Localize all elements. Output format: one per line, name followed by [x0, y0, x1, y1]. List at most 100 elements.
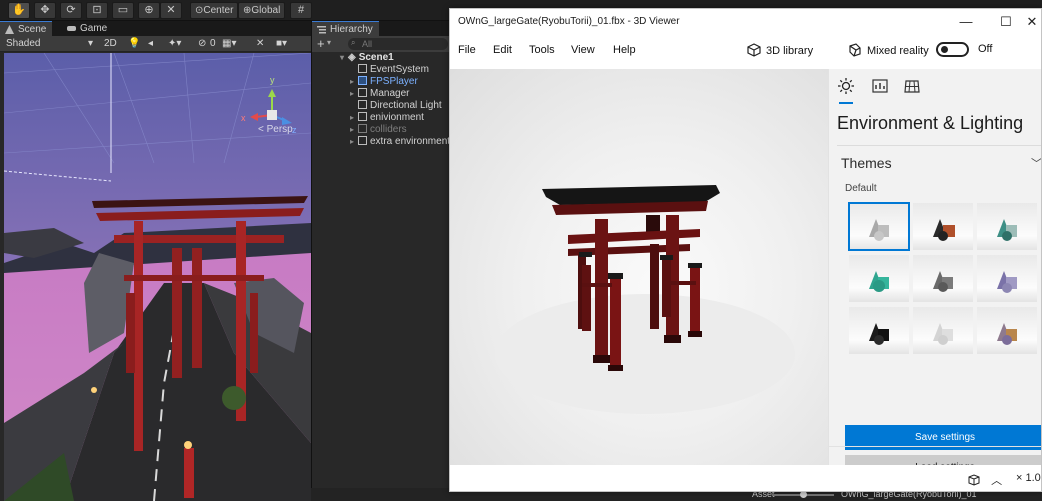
- effects-toggle-icon[interactable]: ✦▾: [168, 37, 181, 50]
- hierarchy-item-environment[interactable]: ▸ enivionment: [350, 112, 424, 124]
- environment-panel: Environment & Lighting Themes ﹀ Default: [828, 69, 1041, 480]
- add-object-button[interactable]: +: [317, 36, 325, 51]
- draw-mode-dropdown[interactable]: Shaded: [6, 37, 40, 50]
- hierarchy-item-colliders[interactable]: ▸ colliders: [350, 124, 407, 136]
- hierarchy-scene-row[interactable]: ▾ ◈ Scene1: [340, 52, 394, 64]
- minimize-button[interactable]: —: [955, 12, 977, 32]
- chevron-up-icon[interactable]: ︿: [991, 475, 1002, 487]
- audio-toggle-icon[interactable]: ◂: [148, 37, 153, 50]
- transform-tool-icon[interactable]: ⊕: [138, 2, 160, 19]
- rotate-tool-icon[interactable]: ⟳: [60, 2, 82, 19]
- gameobject-icon: [358, 124, 367, 133]
- theme-swatch[interactable]: [913, 203, 973, 250]
- menu-help[interactable]: Help: [613, 44, 636, 56]
- pivot-center-button[interactable]: ⊙Center: [190, 2, 239, 19]
- viewer-titlebar[interactable]: OWnG_largeGate(RyobuTorii)_01.fbx - 3D V…: [450, 9, 1041, 35]
- close-button[interactable]: ✕: [1021, 12, 1041, 32]
- hierarchy-item-eventsystem[interactable]: EventSystem: [358, 64, 429, 76]
- panel-divider: [837, 145, 1041, 146]
- space-label: Global: [251, 5, 281, 16]
- menu-file[interactable]: File: [458, 44, 476, 56]
- theme-swatch[interactable]: [977, 203, 1037, 250]
- theme-preview: [933, 271, 953, 292]
- theme-preview: [869, 323, 889, 345]
- menu-edit[interactable]: Edit: [493, 44, 512, 56]
- tab-stats[interactable]: [871, 77, 893, 99]
- view-cube-icon: [968, 474, 980, 486]
- asset-size-slider[interactable]: [772, 491, 834, 498]
- 2d-toggle[interactable]: 2D: [104, 37, 117, 50]
- add-chevron-icon: ▾: [327, 38, 332, 47]
- theme-preview: [997, 219, 1017, 241]
- hierarchy-item-manager[interactable]: ▸ Manager: [350, 88, 409, 100]
- menu-tools[interactable]: Tools: [529, 44, 555, 56]
- unity-scene-icon: ◈: [348, 52, 356, 63]
- gameobject-icon: [358, 64, 367, 73]
- scene-tabstrip: Scene Game: [0, 21, 311, 36]
- theme-swatch[interactable]: [977, 307, 1037, 354]
- theme-swatch[interactable]: [849, 255, 909, 302]
- tab-hierarchy[interactable]: Hierarchy: [312, 21, 379, 36]
- theme-swatch[interactable]: [848, 202, 910, 251]
- collapse-arrow-icon: ▸: [350, 125, 355, 134]
- camera-icon[interactable]: ■▾: [276, 37, 287, 50]
- gameobject-icon: [358, 88, 367, 97]
- theme-swatch[interactable]: [913, 255, 973, 302]
- window-title: OWnG_largeGate(RyobuTorii)_01.fbx - 3D V…: [458, 16, 680, 27]
- tools-icon[interactable]: ✕: [256, 37, 264, 50]
- hierarchy-item-directional-light[interactable]: Directional Light: [358, 100, 442, 112]
- mixed-reality-icon: [849, 43, 861, 57]
- 3d-library-button[interactable]: 3D library: [747, 43, 813, 57]
- panel-bottom-divider: [828, 446, 1041, 447]
- grid-snap-icon[interactable]: #: [290, 2, 312, 19]
- gameobject-icon: [358, 112, 367, 121]
- mixed-reality-button[interactable]: Mixed reality: [848, 43, 929, 57]
- maximize-button[interactable]: ☐: [995, 12, 1017, 32]
- persp-label[interactable]: < Persp: [258, 124, 293, 135]
- hierarchy-search-input[interactable]: All: [348, 38, 448, 50]
- collapse-arrow-icon: ▸: [350, 137, 355, 146]
- custom-tool-icon[interactable]: ✕: [160, 2, 182, 19]
- tab-lighting[interactable]: [837, 77, 859, 104]
- collapse-arrow-icon: ▸: [350, 77, 355, 86]
- theme-swatch[interactable]: [849, 307, 909, 354]
- theme-preview: [997, 271, 1017, 293]
- hidden-objects-icon[interactable]: ⊘: [198, 37, 206, 50]
- model-canvas[interactable]: [450, 69, 828, 465]
- menu-view[interactable]: View: [571, 44, 595, 56]
- torii-model: [495, 185, 795, 414]
- viewer-menubar: File Edit Tools View Help 3D library Mix…: [450, 39, 1041, 65]
- hand-tool-icon[interactable]: ✋: [8, 2, 30, 19]
- zoom-control[interactable]: ︿: [966, 472, 1002, 488]
- hierarchy-toolbar: + ▾ All ⌕: [312, 36, 450, 52]
- draw-mode-chevron-icon: ▾: [88, 38, 94, 49]
- scene-viewport[interactable]: y x z < Persp: [4, 53, 311, 501]
- rect-tool-icon[interactable]: ▭: [112, 2, 134, 19]
- theme-swatches: [848, 202, 1041, 355]
- move-tool-icon[interactable]: ✥: [34, 2, 56, 19]
- scene-controls: Shaded ▾ 2D 💡 ◂ ✦▾ ⊘ 0 ▦▾ ✕ ■▾: [0, 36, 311, 52]
- theme-swatch[interactable]: [913, 307, 973, 354]
- chevron-down-icon[interactable]: ﹀: [1031, 155, 1041, 171]
- theme-preview: [869, 219, 889, 241]
- hierarchy-item-fpsplayer[interactable]: ▸ FPSPlayer: [350, 76, 418, 88]
- panel-heading: Environment & Lighting: [837, 113, 1024, 133]
- tab-game[interactable]: Game: [62, 21, 113, 36]
- tab-grid[interactable]: [903, 77, 925, 99]
- default-label: Default: [845, 183, 877, 194]
- grid-toggle-icon[interactable]: ▦▾: [222, 37, 236, 50]
- grid-icon: [904, 80, 920, 93]
- space-global-button[interactable]: ⊕Global: [238, 2, 286, 19]
- zoom-level: × 1.0: [1016, 472, 1041, 484]
- theme-swatch[interactable]: [977, 255, 1037, 302]
- tab-scene[interactable]: Scene: [0, 21, 53, 36]
- scene-tab-icon: [5, 25, 14, 34]
- sun-icon: [838, 78, 854, 94]
- hierarchy-item-extra-environment[interactable]: ▸ extra environment: [350, 136, 450, 148]
- themes-header[interactable]: Themes: [841, 155, 892, 171]
- theme-preview: [933, 219, 955, 241]
- lighting-toggle-icon[interactable]: 💡: [128, 37, 140, 50]
- scale-tool-icon[interactable]: ⊡: [86, 2, 108, 19]
- mixed-reality-toggle[interactable]: [936, 42, 969, 57]
- slider-knob[interactable]: [799, 491, 807, 498]
